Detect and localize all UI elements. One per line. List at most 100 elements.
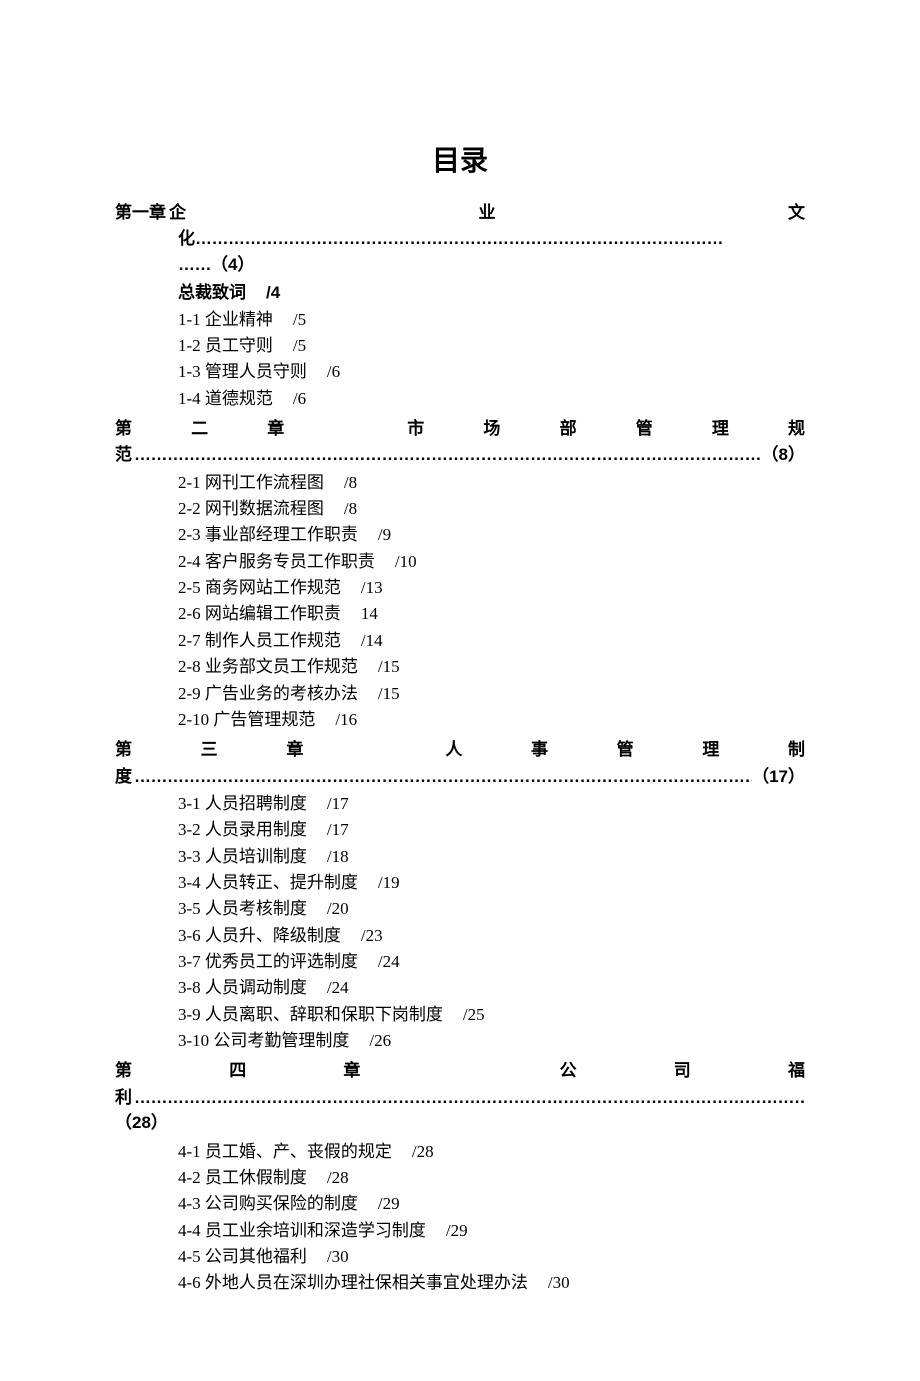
toc-entry-page: /17	[307, 820, 349, 839]
toc-entry-page: /10	[375, 552, 417, 571]
chapter-2-dots: ……………………………………………………………………………………………………………	[132, 442, 762, 468]
toc-entry: 2-2 网刊数据流程图/8	[178, 496, 805, 522]
toc-entry-label: 1-4 道德规范	[178, 389, 273, 408]
chapter-3-items: 3-1 人员招聘制度/173-2 人员录用制度/173-3 人员培训制度/183…	[115, 791, 805, 1054]
toc-entry-label: 3-1 人员招聘制度	[178, 794, 307, 813]
toc-entry-label: 总裁致词	[178, 283, 246, 302]
chapter-1-tail: 化	[178, 229, 195, 248]
toc-entry: 2-3 事业部经理工作职责/9	[178, 522, 805, 548]
toc-entry-label: 3-10 公司考勤管理制度	[178, 1031, 349, 1050]
toc-entry: 总裁致词/4	[178, 280, 805, 306]
chapter-1-page: （4）	[211, 255, 254, 274]
toc-entry: 2-10 广告管理规范/16	[178, 707, 805, 733]
chapter-4-page: （28）	[115, 1110, 805, 1136]
toc-entry-label: 1-3 管理人员守则	[178, 362, 307, 381]
chapter-1-dots2: ……	[178, 255, 211, 274]
chapter-4-heading-line1: 第四章 公司福	[115, 1058, 805, 1084]
toc-entry-label: 2-3 事业部经理工作职责	[178, 525, 358, 544]
chapter-1-title: 企业文	[169, 200, 805, 226]
toc-entry: 3-1 人员招聘制度/17	[178, 791, 805, 817]
toc-entry: 2-7 制作人员工作规范/14	[178, 628, 805, 654]
toc-entry-label: 2-7 制作人员工作规范	[178, 631, 341, 650]
chapter-4-tail: 利	[115, 1085, 132, 1111]
chapter-3-tail: 度	[115, 764, 132, 790]
chapter-3-page: （17）	[752, 764, 805, 790]
toc-entry-label: 4-1 员工婚、产、丧假的规定	[178, 1142, 392, 1161]
toc-entry-page: /8	[324, 473, 357, 492]
toc-entry-page: /28	[307, 1168, 349, 1187]
chapter-4: 第四章 公司福 利 …………………………………………………………………………………	[115, 1058, 805, 1296]
toc-entry: 3-10 公司考勤管理制度/26	[178, 1028, 805, 1054]
toc-entry: 1-4 道德规范/6	[178, 386, 805, 412]
toc-entry: 4-5 公司其他福利/30	[178, 1244, 805, 1270]
toc-entry-page: /5	[273, 336, 306, 355]
chapter-1-lead: 第一章	[115, 200, 169, 226]
chapter-2-page: （8）	[762, 442, 805, 468]
toc-entry-page: /30	[307, 1247, 349, 1266]
toc-entry-label: 3-3 人员培训制度	[178, 847, 307, 866]
toc-entry-page: /18	[307, 847, 349, 866]
toc-entry-label: 4-3 公司购买保险的制度	[178, 1194, 358, 1213]
toc-entry-label: 4-4 员工业余培训和深造学习制度	[178, 1221, 426, 1240]
toc-entry: 4-3 公司购买保险的制度/29	[178, 1191, 805, 1217]
toc-entry: 2-1 网刊工作流程图/8	[178, 470, 805, 496]
toc-entry-label: 3-9 人员离职、辞职和保职下岗制度	[178, 1005, 443, 1024]
toc-entry-label: 4-6 外地人员在深圳办理社保相关事宜处理办法	[178, 1273, 528, 1292]
toc-entry-label: 3-8 人员调动制度	[178, 978, 307, 997]
toc-entry-label: 2-1 网刊工作流程图	[178, 473, 324, 492]
toc-entry: 3-5 人员考核制度/20	[178, 896, 805, 922]
toc-entry-label: 2-4 客户服务专员工作职责	[178, 552, 375, 571]
toc-entry: 3-7 优秀员工的评选制度/24	[178, 949, 805, 975]
toc-entry: 4-6 外地人员在深圳办理社保相关事宜处理办法/30	[178, 1270, 805, 1296]
chapter-2-items: 2-1 网刊工作流程图/82-2 网刊数据流程图/82-3 事业部经理工作职责/…	[115, 470, 805, 733]
toc-entry-page: /16	[315, 710, 357, 729]
chapter-1-heading-wrap: 化…………………………………………………………………………………… ……（4）	[115, 226, 805, 279]
chapter-4-heading-line2: 利 ………………………………………………………………………………………………………	[115, 1085, 805, 1111]
toc-entry-page: /28	[392, 1142, 434, 1161]
toc-entry: 4-1 员工婚、产、丧假的规定/28	[178, 1139, 805, 1165]
toc-entry: 3-9 人员离职、辞职和保职下岗制度/25	[178, 1002, 805, 1028]
chapter-1-dots: ……………………………………………………………………………………	[195, 229, 723, 248]
toc-entry: 2-4 客户服务专员工作职责/10	[178, 549, 805, 575]
toc-entry: 3-6 人员升、降级制度/23	[178, 923, 805, 949]
toc-entry-page: /20	[307, 899, 349, 918]
toc-entry-label: 2-2 网刊数据流程图	[178, 499, 324, 518]
toc-entry-page: /29	[358, 1194, 400, 1213]
chapter-3: 第三章 人事管理制 度 ……………………………………………………………………………	[115, 737, 805, 1054]
toc-entry: 2-8 业务部文员工作规范/15	[178, 654, 805, 680]
toc-entry-page: /5	[273, 310, 306, 329]
chapter-3-heading-line1: 第三章 人事管理制	[115, 737, 805, 763]
chapter-2-heading-line2: 范 ………………………………………………………………………………………………………	[115, 442, 805, 468]
toc-entry-label: 4-2 员工休假制度	[178, 1168, 307, 1187]
toc-entry: 3-4 人员转正、提升制度/19	[178, 870, 805, 896]
toc-entry-page: /6	[273, 389, 306, 408]
toc-entry: 3-2 人员录用制度/17	[178, 817, 805, 843]
toc-entry: 3-3 人员培训制度/18	[178, 844, 805, 870]
toc-entry-page: /15	[358, 657, 400, 676]
toc-entry-page: /24	[307, 978, 349, 997]
toc-entry-label: 2-5 商务网站工作规范	[178, 578, 341, 597]
toc-entry-label: 3-7 优秀员工的评选制度	[178, 952, 358, 971]
toc-entry-label: 2-9 广告业务的考核办法	[178, 684, 358, 703]
chapter-4-dots: ……………………………………………………………………………………………………………	[132, 1085, 805, 1111]
toc-entry-page: /24	[358, 952, 400, 971]
toc-entry: 2-5 商务网站工作规范/13	[178, 575, 805, 601]
toc-entry-label: 2-8 业务部文员工作规范	[178, 657, 358, 676]
toc-entry-page: /30	[528, 1273, 570, 1292]
toc-entry-page: /15	[358, 684, 400, 703]
toc-entry-page: /29	[426, 1221, 468, 1240]
toc-entry-page: /17	[307, 794, 349, 813]
toc-entry-page: 14	[341, 604, 378, 623]
chapter-2-heading-line1: 第二章 市场部管理规	[115, 416, 805, 442]
toc-entry-page: /8	[324, 499, 357, 518]
toc-entry-label: 1-2 员工守则	[178, 336, 273, 355]
chapter-2: 第二章 市场部管理规 范 …………………………………………………………………………	[115, 416, 805, 733]
toc-entry-page: /19	[358, 873, 400, 892]
toc-entry-page: /9	[358, 525, 391, 544]
toc-entry-label: 1-1 企业精神	[178, 310, 273, 329]
chapter-1-heading-line1: 第一章 企业文	[115, 200, 805, 226]
toc-entry-label: 2-10 广告管理规范	[178, 710, 315, 729]
toc-entry: 1-1 企业精神/5	[178, 307, 805, 333]
doc-title: 目录	[115, 140, 805, 182]
toc-entry: 2-6 网站编辑工作职责14	[178, 601, 805, 627]
